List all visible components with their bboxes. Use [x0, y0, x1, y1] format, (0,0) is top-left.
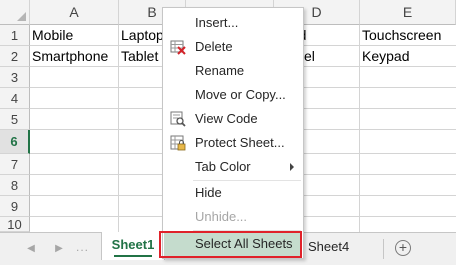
select-all-corner[interactable]	[0, 0, 30, 25]
menu-item-protect-sheet[interactable]: Protect Sheet...	[164, 131, 302, 155]
row-header-2[interactable]: 2	[0, 46, 30, 67]
menu-item-label: Rename	[195, 63, 245, 78]
view-code-icon	[170, 111, 186, 127]
sheet-tab-sheet4[interactable]: Sheet4	[308, 233, 349, 261]
protect-sheet-icon	[170, 135, 186, 151]
menu-item-label: View Code	[195, 111, 258, 126]
menu-item-label: Delete	[195, 39, 233, 54]
menu-item-tab-color[interactable]: Tab Color	[164, 155, 302, 179]
menu-item-label: Tab Color	[195, 159, 251, 174]
more-tabs-indicator[interactable]: ...	[76, 240, 89, 254]
menu-item-rename[interactable]: Rename	[164, 59, 302, 83]
select-all-triangle-icon	[17, 12, 26, 21]
menu-item-hide[interactable]: Hide	[164, 181, 302, 205]
cell-e2[interactable]: Keypad	[360, 46, 409, 67]
row-header-10[interactable]: 10	[0, 217, 30, 232]
row-header-6[interactable]: 6	[0, 130, 30, 154]
cell-e1[interactable]: Touchscreen	[360, 25, 441, 46]
tab-divider	[383, 239, 384, 259]
scroll-tabs-left-icon[interactable]: ◀	[24, 242, 38, 256]
row-header-8[interactable]: 8	[0, 175, 30, 196]
menu-item-move-or-copy[interactable]: Move or Copy...	[164, 83, 302, 107]
row-header-9[interactable]: 9	[0, 196, 30, 217]
sheet-tab-label: Sheet1	[111, 237, 155, 252]
delete-sheet-icon	[170, 40, 186, 55]
menu-item-label: Unhide...	[195, 209, 248, 224]
scroll-tabs-right-icon[interactable]: ▶	[52, 242, 66, 256]
add-sheet-button[interactable]: +	[395, 240, 411, 256]
sheet-tab-sheet1[interactable]: Sheet1	[101, 232, 165, 260]
menu-item-label: Insert...	[195, 15, 239, 30]
cell-b2[interactable]: Tablet	[119, 46, 158, 67]
column-header-e[interactable]: E	[360, 0, 456, 25]
column-header-a[interactable]: A	[30, 0, 119, 25]
cell-a2[interactable]: Smartphone	[30, 46, 108, 67]
sheet-context-menu: Insert... Delete Rename Move or Copy... …	[162, 7, 304, 259]
annotation-highlight-box	[159, 231, 302, 258]
row-header-3[interactable]: 3	[0, 67, 30, 88]
menu-item-delete[interactable]: Delete	[164, 35, 302, 59]
row-header-4[interactable]: 4	[0, 88, 30, 109]
menu-item-insert[interactable]: Insert...	[164, 11, 302, 35]
active-tab-underline	[114, 255, 152, 257]
row-header-1[interactable]: 1	[0, 25, 30, 46]
submenu-arrow-icon	[290, 163, 294, 171]
menu-item-label: Hide	[195, 185, 222, 200]
cell-b1[interactable]: Laptop	[119, 25, 164, 46]
menu-item-label: Protect Sheet...	[195, 135, 285, 150]
menu-item-view-code[interactable]: View Code	[164, 107, 302, 131]
menu-item-unhide: Unhide...	[164, 205, 302, 229]
cell-a1[interactable]: Mobile	[30, 25, 73, 46]
row-header-5[interactable]: 5	[0, 109, 30, 130]
row-header-7[interactable]: 7	[0, 154, 30, 175]
menu-item-label: Move or Copy...	[195, 87, 286, 102]
